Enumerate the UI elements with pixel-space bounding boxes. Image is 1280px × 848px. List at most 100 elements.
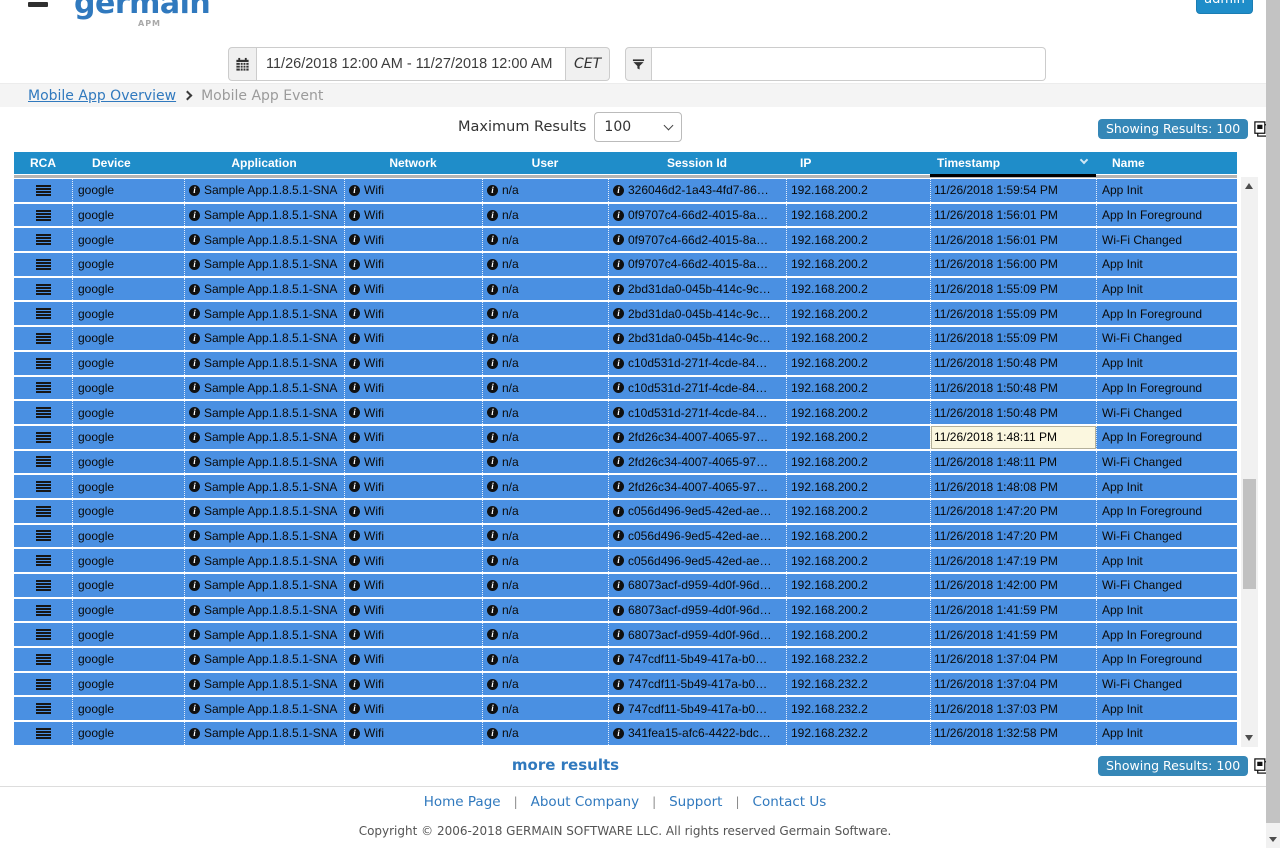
user-cell[interactable]: in/a [482, 302, 608, 325]
network-cell[interactable]: iWifi [344, 500, 482, 523]
info-icon[interactable]: i [613, 407, 624, 418]
info-icon[interactable]: i [613, 580, 624, 591]
name-cell[interactable]: App In Foreground [1096, 648, 1237, 671]
user-cell[interactable]: in/a [482, 426, 608, 449]
rca-cell[interactable] [14, 179, 72, 202]
ip-cell[interactable]: 192.168.232.2 [786, 648, 930, 671]
timestamp-cell[interactable]: 11/26/2018 1:59:54 PM [930, 179, 1096, 202]
info-icon[interactable]: i [189, 481, 200, 492]
name-cell[interactable]: App In Foreground [1096, 302, 1237, 325]
info-icon[interactable]: i [613, 605, 624, 616]
application-cell[interactable]: iSample App.1.8.5.1-SNA [184, 228, 344, 251]
table-scrollbar-thumb[interactable] [1243, 479, 1256, 589]
rca-cell[interactable] [14, 648, 72, 671]
application-cell[interactable]: iSample App.1.8.5.1-SNA [184, 673, 344, 696]
info-icon[interactable]: i [189, 382, 200, 393]
session-id-cell[interactable]: i68073acf-d959-4d0f-96d… [608, 623, 786, 646]
application-cell[interactable]: iSample App.1.8.5.1-SNA [184, 697, 344, 720]
session-id-cell[interactable]: i0f9707c4-66d2-4015-8a… [608, 253, 786, 276]
rca-icon[interactable] [36, 432, 51, 443]
application-cell[interactable]: iSample App.1.8.5.1-SNA [184, 648, 344, 671]
page-scroll-down-icon[interactable] [1269, 837, 1277, 842]
rca-icon[interactable] [36, 382, 51, 393]
timestamp-cell[interactable]: 11/26/2018 1:37:03 PM [930, 697, 1096, 720]
info-icon[interactable]: i [189, 407, 200, 418]
page-scrollbar[interactable] [1266, 0, 1280, 848]
breadcrumb-link-mobile-app-overview[interactable]: Mobile App Overview [28, 88, 176, 104]
timestamp-cell[interactable]: 11/26/2018 1:48:11 PM [930, 426, 1096, 449]
user-cell[interactable]: in/a [482, 599, 608, 622]
rca-icon[interactable] [36, 530, 51, 541]
application-cell[interactable]: iSample App.1.8.5.1-SNA [184, 574, 344, 597]
rca-cell[interactable] [14, 574, 72, 597]
info-icon[interactable]: i [487, 456, 498, 467]
device-cell[interactable]: google [72, 648, 184, 671]
device-cell[interactable]: google [72, 228, 184, 251]
timestamp-cell[interactable]: 11/26/2018 1:48:08 PM [930, 475, 1096, 498]
rca-icon[interactable] [36, 234, 51, 245]
column-header-network[interactable]: Network [344, 152, 482, 174]
session-id-cell[interactable]: i747cdf11-5b49-417a-b0… [608, 697, 786, 720]
ip-cell[interactable]: 192.168.200.2 [786, 574, 930, 597]
network-cell[interactable]: iWifi [344, 228, 482, 251]
rca-icon[interactable] [36, 481, 51, 492]
network-cell[interactable]: iWifi [344, 697, 482, 720]
rca-icon[interactable] [36, 506, 51, 517]
device-cell[interactable]: google [72, 500, 184, 523]
calendar-button[interactable] [228, 47, 257, 81]
column-header-ip[interactable]: IP [786, 152, 930, 174]
info-icon[interactable]: i [613, 629, 624, 640]
info-icon[interactable]: i [613, 333, 624, 344]
ip-cell[interactable]: 192.168.200.2 [786, 278, 930, 301]
info-icon[interactable]: i [613, 506, 624, 517]
info-icon[interactable]: i [487, 234, 498, 245]
info-icon[interactable]: i [487, 210, 498, 221]
network-cell[interactable]: iWifi [344, 179, 482, 202]
timestamp-cell[interactable]: 11/26/2018 1:55:09 PM [930, 327, 1096, 350]
timestamp-cell[interactable]: 11/26/2018 1:50:48 PM [930, 401, 1096, 424]
name-cell[interactable]: App Init [1096, 475, 1237, 498]
menu-icon[interactable] [28, 2, 48, 7]
rca-cell[interactable] [14, 253, 72, 276]
network-cell[interactable]: iWifi [344, 204, 482, 227]
ip-cell[interactable]: 192.168.200.2 [786, 451, 930, 474]
device-cell[interactable]: google [72, 401, 184, 424]
column-header-application[interactable]: Application [184, 152, 344, 174]
info-icon[interactable]: i [189, 358, 200, 369]
session-id-cell[interactable]: i2bd31da0-045b-414c-9c… [608, 302, 786, 325]
name-cell[interactable]: App Init [1096, 253, 1237, 276]
info-icon[interactable]: i [189, 580, 200, 591]
footer-link-home-page[interactable]: Home Page [424, 794, 501, 810]
rca-icon[interactable] [36, 580, 51, 591]
network-cell[interactable]: iWifi [344, 623, 482, 646]
application-cell[interactable]: iSample App.1.8.5.1-SNA [184, 401, 344, 424]
device-cell[interactable]: google [72, 451, 184, 474]
ip-cell[interactable]: 192.168.200.2 [786, 377, 930, 400]
info-icon[interactable]: i [613, 530, 624, 541]
device-cell[interactable]: google [72, 623, 184, 646]
date-range-input[interactable] [257, 47, 566, 81]
network-cell[interactable]: iWifi [344, 278, 482, 301]
rca-cell[interactable] [14, 451, 72, 474]
info-icon[interactable]: i [613, 234, 624, 245]
rca-cell[interactable] [14, 228, 72, 251]
application-cell[interactable]: iSample App.1.8.5.1-SNA [184, 327, 344, 350]
info-icon[interactable]: i [487, 333, 498, 344]
info-icon[interactable]: i [487, 308, 498, 319]
session-id-cell[interactable]: ic10d531d-271f-4cde-84… [608, 401, 786, 424]
rca-cell[interactable] [14, 549, 72, 572]
info-icon[interactable]: i [487, 580, 498, 591]
session-id-cell[interactable]: i68073acf-d959-4d0f-96d… [608, 574, 786, 597]
timestamp-cell[interactable]: 11/26/2018 1:56:00 PM [930, 253, 1096, 276]
rca-cell[interactable] [14, 673, 72, 696]
session-id-cell[interactable]: ic10d531d-271f-4cde-84… [608, 352, 786, 375]
info-icon[interactable]: i [487, 432, 498, 443]
info-icon[interactable]: i [487, 481, 498, 492]
name-cell[interactable]: App Init [1096, 697, 1237, 720]
rca-cell[interactable] [14, 302, 72, 325]
session-id-cell[interactable]: i2bd31da0-045b-414c-9c… [608, 327, 786, 350]
info-icon[interactable]: i [189, 728, 200, 739]
name-cell[interactable]: Wi-Fi Changed [1096, 327, 1237, 350]
footer-link-contact-us[interactable]: Contact Us [753, 794, 827, 810]
rca-cell[interactable] [14, 500, 72, 523]
